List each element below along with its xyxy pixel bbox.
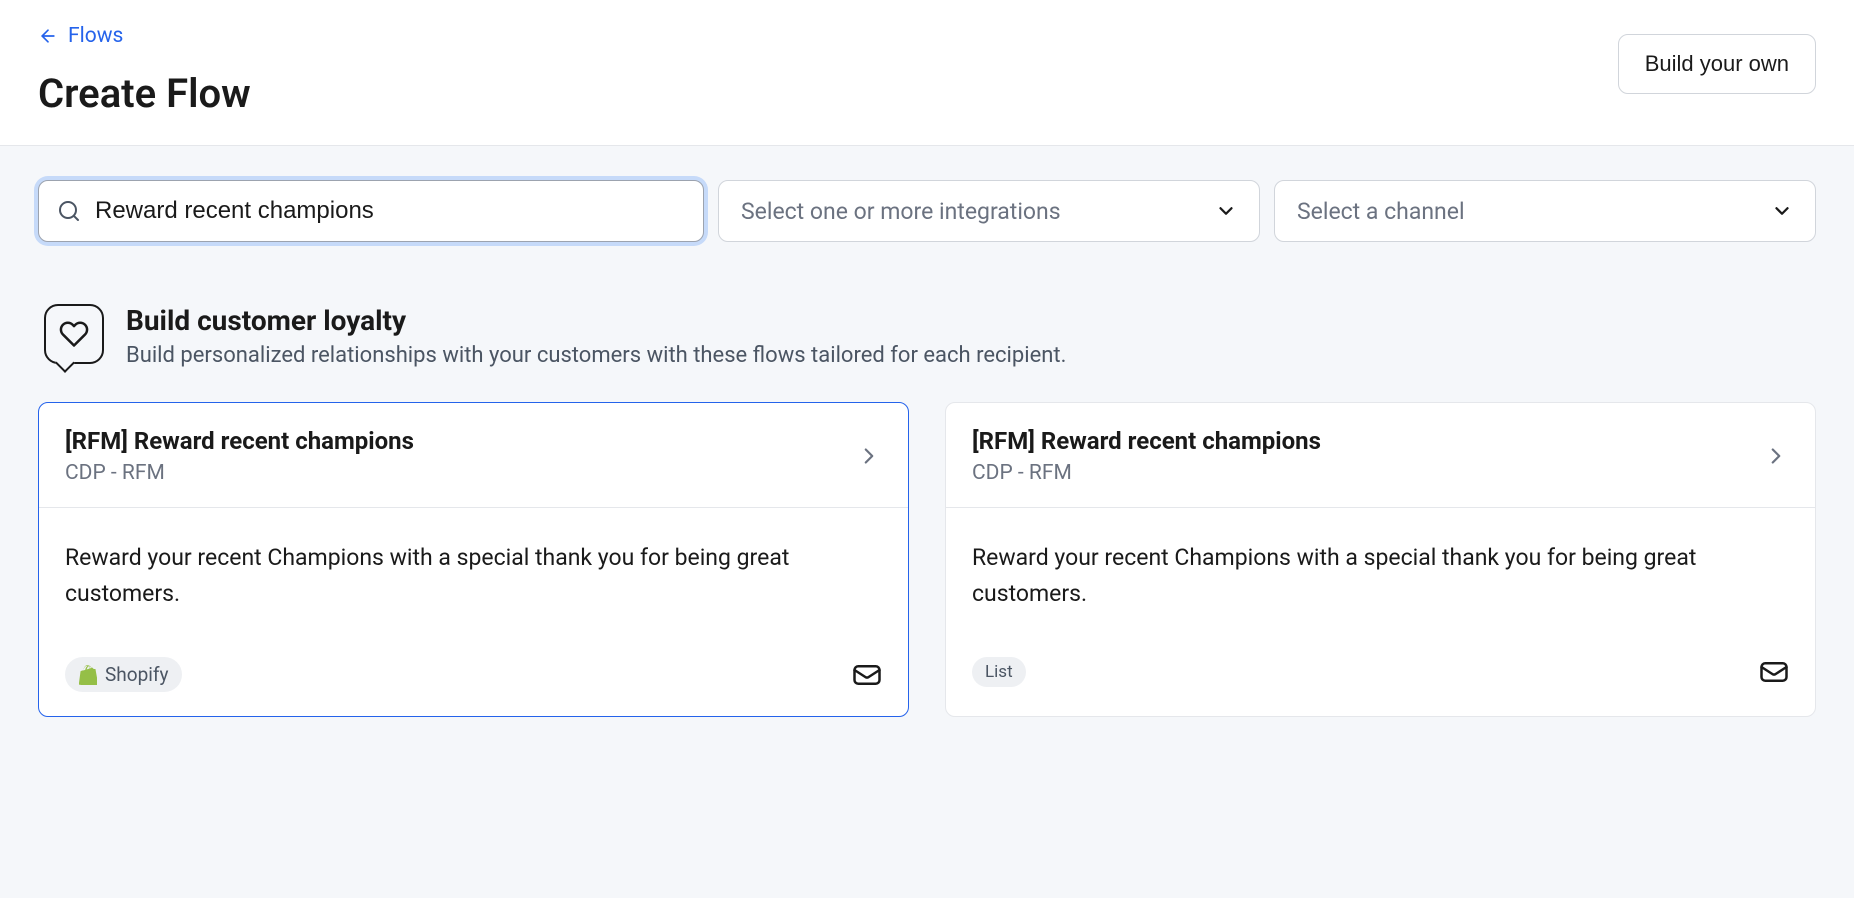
- breadcrumb-label: Flows: [68, 24, 123, 48]
- flow-card-body: Reward your recent Champions with a spec…: [39, 508, 908, 716]
- flow-card[interactable]: [RFM] Reward recent champions CDP - RFM …: [38, 402, 909, 717]
- section-title: Build customer loyalty: [126, 304, 1066, 337]
- flow-card-footer: Shopify: [65, 657, 882, 692]
- filters-row: Select one or more integrations Select a…: [38, 180, 1816, 242]
- page-header: Flows Create Flow Build your own: [0, 0, 1854, 146]
- header-left: Flows Create Flow: [38, 24, 251, 117]
- arrow-left-icon: [38, 26, 58, 46]
- shopify-icon: [79, 665, 97, 685]
- channel-dropdown-label: Select a channel: [1297, 198, 1465, 225]
- flow-card-body: Reward your recent Champions with a spec…: [946, 508, 1815, 716]
- content-area: Select one or more integrations Select a…: [0, 146, 1854, 898]
- breadcrumb-flows[interactable]: Flows: [38, 24, 251, 48]
- flow-card-description: Reward your recent Champions with a spec…: [972, 540, 1789, 611]
- flow-card-title: [RFM] Reward recent champions: [65, 427, 414, 455]
- flow-card-title: [RFM] Reward recent champions: [972, 427, 1321, 455]
- integrations-dropdown[interactable]: Select one or more integrations: [718, 180, 1260, 242]
- mail-icon: [1759, 657, 1789, 687]
- mail-icon: [852, 660, 882, 690]
- chevron-right-icon: [1763, 443, 1789, 469]
- page-title: Create Flow: [38, 70, 251, 117]
- section-text: Build customer loyalty Build personalize…: [126, 304, 1066, 368]
- flow-card-header-text: [RFM] Reward recent champions CDP - RFM: [972, 427, 1321, 485]
- shopify-tag: Shopify: [65, 657, 182, 692]
- flow-card-description: Reward your recent Champions with a spec…: [65, 540, 882, 611]
- cards-row: [RFM] Reward recent champions CDP - RFM …: [38, 402, 1816, 717]
- chevron-right-icon: [856, 443, 882, 469]
- heart-icon: [59, 319, 89, 349]
- list-tag: List: [972, 657, 1026, 687]
- chevron-down-icon: [1215, 200, 1237, 222]
- loyalty-chat-icon: [44, 304, 104, 364]
- flow-card-subtitle: CDP - RFM: [972, 461, 1321, 485]
- flow-card-footer: List: [972, 657, 1789, 687]
- search-icon: [57, 199, 81, 223]
- tag-label: Shopify: [105, 663, 168, 686]
- flow-card-header: [RFM] Reward recent champions CDP - RFM: [39, 403, 908, 508]
- channel-dropdown[interactable]: Select a channel: [1274, 180, 1816, 242]
- search-input[interactable]: [81, 197, 685, 225]
- flow-card-header: [RFM] Reward recent champions CDP - RFM: [946, 403, 1815, 508]
- section-header: Build customer loyalty Build personalize…: [38, 304, 1816, 368]
- integrations-dropdown-label: Select one or more integrations: [741, 198, 1061, 225]
- flow-card-header-text: [RFM] Reward recent champions CDP - RFM: [65, 427, 414, 485]
- flow-card[interactable]: [RFM] Reward recent champions CDP - RFM …: [945, 402, 1816, 717]
- search-wrapper[interactable]: [38, 180, 704, 242]
- build-your-own-button[interactable]: Build your own: [1618, 34, 1816, 94]
- section-subtitle: Build personalized relationships with yo…: [126, 343, 1066, 368]
- tag-label: List: [985, 662, 1013, 682]
- flow-card-subtitle: CDP - RFM: [65, 461, 414, 485]
- chevron-down-icon: [1771, 200, 1793, 222]
